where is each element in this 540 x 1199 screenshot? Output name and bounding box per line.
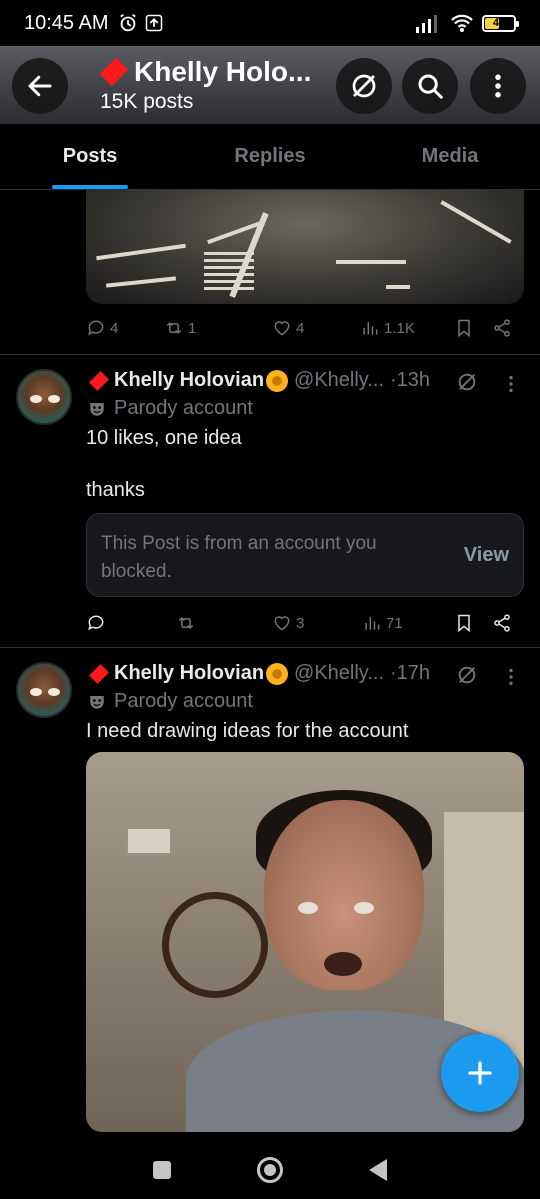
- bookmark-button[interactable]: [454, 613, 474, 633]
- posts-count: 15K posts: [100, 90, 194, 113]
- avatar[interactable]: [16, 369, 72, 425]
- post-text: I need drawing ideas for the account: [86, 720, 409, 742]
- header-title-block: Khelly Holo... 15K posts: [99, 56, 312, 114]
- share-button[interactable]: [492, 318, 512, 338]
- signal-icon: [416, 15, 437, 33]
- post-item[interactable]: Khelly Holovian @Khelly... ·13h Parody a…: [0, 355, 540, 647]
- reply-icon: [88, 615, 104, 631]
- back-button[interactable]: [12, 58, 68, 114]
- compose-button[interactable]: [441, 1034, 519, 1112]
- battery-indicator: 46: [482, 14, 519, 32]
- post-time[interactable]: ·17h: [390, 662, 430, 685]
- post-actions: 4 1 4 1.1K: [86, 314, 526, 344]
- like-icon: [274, 616, 290, 631]
- like-button[interactable]: 4: [272, 318, 304, 338]
- system-nav-bar: [0, 1140, 540, 1199]
- blocked-notice: This Post is from an account you blocked…: [101, 533, 377, 582]
- bookmark-button[interactable]: [454, 318, 474, 338]
- parody-label: Parody account: [114, 690, 253, 712]
- post-more-icon[interactable]: [500, 666, 522, 688]
- more-options-button[interactable]: [470, 58, 526, 114]
- search-button[interactable]: [402, 58, 458, 114]
- more-vertical-icon: [495, 74, 501, 98]
- parody-icon: [352, 74, 376, 98]
- parody-icon: [458, 373, 476, 391]
- tab-media[interactable]: Media: [360, 124, 540, 189]
- author-handle[interactable]: @Khelly...: [294, 369, 384, 392]
- views-icon: [363, 322, 378, 335]
- search-icon: [418, 74, 443, 99]
- mask-icon: [90, 402, 104, 416]
- reply-button[interactable]: [86, 613, 106, 633]
- red-diamond-icon: [89, 663, 109, 684]
- share-icon: [494, 614, 510, 632]
- reply-icon: [88, 320, 104, 336]
- parody-icon: [458, 666, 476, 684]
- post-time[interactable]: ·13h: [390, 369, 430, 392]
- like-button[interactable]: 3: [272, 613, 304, 633]
- reply-button[interactable]: 4: [86, 318, 118, 338]
- status-time: 10:45 AM: [24, 11, 109, 34]
- post-more-icon[interactable]: [500, 373, 522, 395]
- views-icon: [365, 617, 380, 630]
- parody-label: Parody account: [114, 397, 253, 419]
- share-button[interactable]: [492, 613, 512, 633]
- mask-icon: [90, 695, 104, 709]
- repost-button[interactable]: 1: [164, 318, 196, 338]
- views-button[interactable]: 71: [362, 613, 403, 633]
- bookmark-icon: [458, 319, 470, 338]
- flower-emoji-icon: [266, 369, 289, 392]
- recent-apps-button[interactable]: [153, 1160, 171, 1179]
- system-back-button[interactable]: [369, 1158, 387, 1181]
- bookmark-icon: [458, 614, 470, 633]
- profile-header: Khelly Holo... 15K posts: [0, 46, 540, 124]
- avatar[interactable]: [16, 662, 72, 718]
- views-button[interactable]: 1.1K: [360, 318, 415, 338]
- status-bar: 10:45 AM 46: [0, 0, 540, 46]
- page-title: Khelly Holo...: [134, 56, 312, 87]
- repost-icon: [178, 616, 194, 630]
- post-actions: 3 71: [86, 609, 526, 639]
- author-name[interactable]: Khelly Holovian: [114, 369, 264, 392]
- tab-posts[interactable]: Posts: [0, 124, 180, 189]
- view-button[interactable]: View: [464, 544, 509, 567]
- wifi-icon: [451, 14, 473, 32]
- alarm-icon: [119, 13, 136, 32]
- share-icon: [494, 319, 510, 337]
- compose-plus-icon: [468, 1061, 492, 1085]
- repost-icon: [166, 321, 182, 335]
- parody-button[interactable]: [336, 58, 392, 114]
- post-text: 10 likes, one idea thanks: [86, 427, 242, 501]
- red-diamond-icon: [89, 370, 109, 391]
- blocked-quote-card: This Post is from an account you blocked…: [86, 513, 524, 597]
- profile-tabs: Posts Replies Media: [0, 124, 540, 190]
- repost-button[interactable]: [176, 613, 196, 633]
- home-button[interactable]: [257, 1156, 283, 1183]
- back-arrow-icon: [28, 75, 52, 97]
- red-diamond-icon: [99, 57, 129, 87]
- like-icon: [274, 321, 290, 336]
- post-image-road[interactable]: [86, 190, 524, 304]
- tab-replies[interactable]: Replies: [180, 124, 360, 189]
- flower-emoji-icon: [266, 662, 289, 685]
- author-handle[interactable]: @Khelly...: [294, 662, 384, 685]
- upload-icon: [145, 14, 162, 32]
- author-name[interactable]: Khelly Holovian: [114, 662, 264, 685]
- active-tab-indicator: [52, 185, 128, 189]
